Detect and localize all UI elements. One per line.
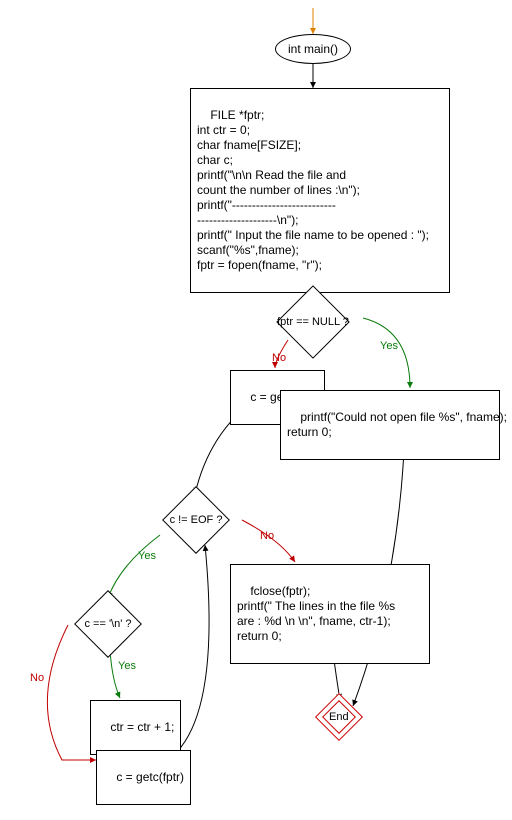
stmt-getc-2-text: c = getc(fptr) (116, 770, 184, 784)
edge-fptr-no: No (272, 352, 286, 364)
edge-eof-no: No (260, 530, 274, 542)
close-block-text: fclose(fptr); printf(" The lines in the … (237, 584, 395, 643)
flowchart-canvas: int main() FILE *fptr; int ctr = 0; char… (0, 0, 512, 820)
edge-newline-yes: Yes (118, 660, 136, 672)
cond-eof-text: c != EOF ? (170, 514, 223, 526)
edge-eof-yes: Yes (138, 550, 156, 562)
cond-fptr-null-text: fptr == NULL ? (277, 316, 349, 328)
end-node: End (315, 693, 363, 741)
start-oval: int main() (275, 34, 351, 64)
start-label: int main() (288, 42, 338, 56)
branch-could-not-open-text: printf("Could not open file %s", fname);… (287, 410, 507, 439)
branch-could-not-open: printf("Could not open file %s", fname);… (280, 390, 500, 460)
stmt-incr-text: ctr = ctr + 1; (110, 720, 174, 734)
cond-eof: c != EOF ? (162, 486, 230, 554)
cond-newline: c == '\n' ? (74, 590, 142, 658)
edge-newline-no: No (30, 672, 44, 684)
end-label: End (329, 711, 349, 723)
edge-fptr-yes: Yes (380, 340, 398, 352)
cond-newline-text: c == '\n' ? (85, 618, 132, 630)
close-block: fclose(fptr); printf(" The lines in the … (230, 564, 430, 664)
cond-fptr-null: fptr == NULL ? (276, 285, 350, 359)
stmt-incr: ctr = ctr + 1; (90, 700, 181, 755)
init-block-text: FILE *fptr; int ctr = 0; char fname[FSIZ… (197, 108, 429, 272)
init-block: FILE *fptr; int ctr = 0; char fname[FSIZ… (190, 88, 450, 293)
stmt-getc-2: c = getc(fptr) (96, 750, 191, 805)
